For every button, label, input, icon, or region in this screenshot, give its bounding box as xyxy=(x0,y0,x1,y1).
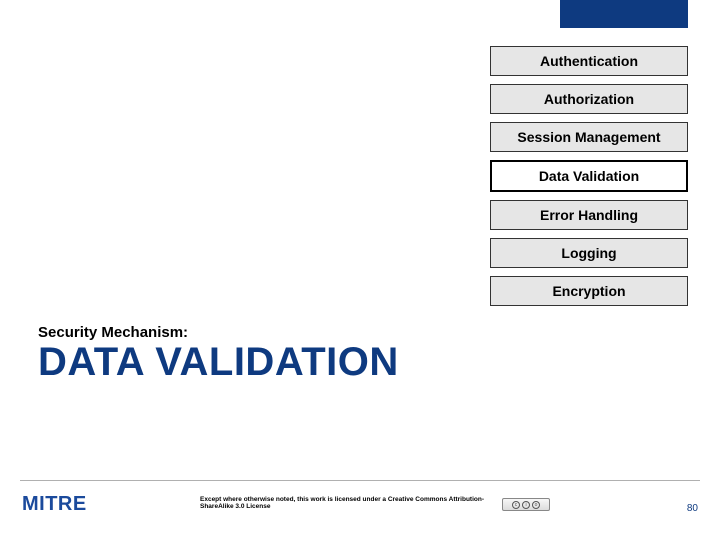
topic-menu: Authentication Authorization Session Man… xyxy=(490,46,688,314)
menu-item-error-handling: Error Handling xyxy=(490,200,688,230)
cc-badge-icon: c i o xyxy=(502,498,550,511)
menu-item-session-management: Session Management xyxy=(490,122,688,152)
header-accent-block xyxy=(560,0,688,28)
menu-item-encryption: Encryption xyxy=(490,276,688,306)
license-text: Except where otherwise noted, this work … xyxy=(200,496,500,510)
cc-mark-icon: c xyxy=(512,501,520,509)
cc-sa-icon: o xyxy=(532,501,540,509)
menu-item-logging: Logging xyxy=(490,238,688,268)
cc-by-icon: i xyxy=(522,501,530,509)
section-label: Security Mechanism: xyxy=(38,324,188,341)
menu-item-authentication: Authentication xyxy=(490,46,688,76)
menu-item-data-validation: Data Validation xyxy=(490,160,688,192)
slide: Authentication Authorization Session Man… xyxy=(0,0,720,540)
menu-item-authorization: Authorization xyxy=(490,84,688,114)
footer-divider xyxy=(20,480,700,481)
mitre-logo: MITRE xyxy=(22,493,87,516)
page-number: 80 xyxy=(687,503,698,514)
page-title: DATA VALIDATION xyxy=(38,340,399,385)
